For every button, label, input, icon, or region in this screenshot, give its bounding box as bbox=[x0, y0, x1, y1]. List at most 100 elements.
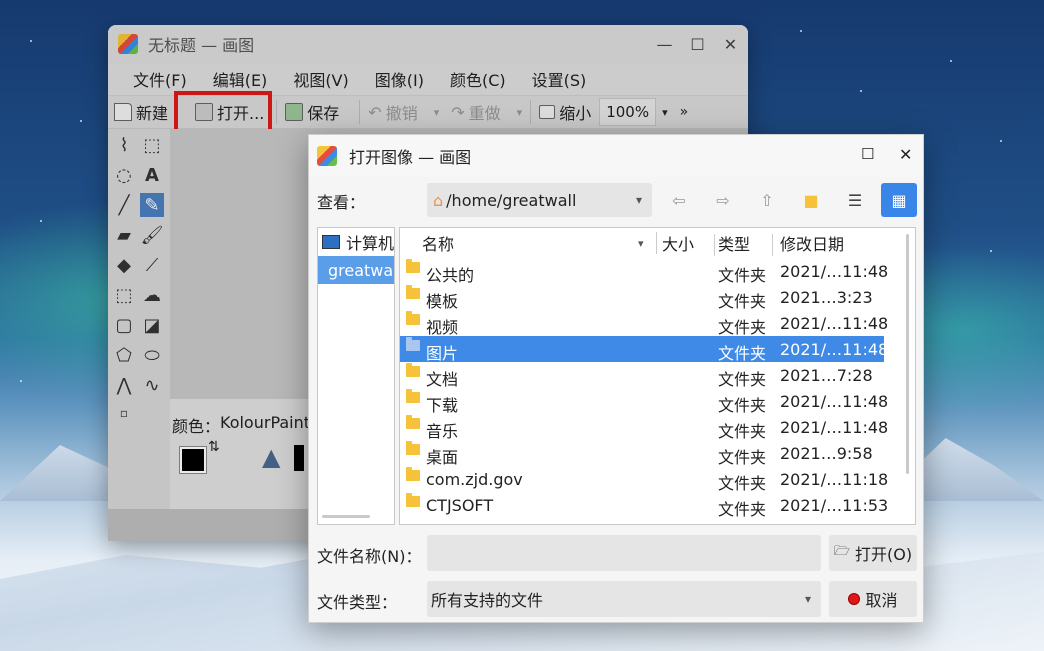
column-name[interactable]: 名称 bbox=[422, 231, 454, 255]
column-size[interactable]: 大小 bbox=[662, 231, 694, 255]
folder-icon bbox=[406, 285, 420, 299]
menu-edit[interactable]: 编辑(E) bbox=[200, 67, 281, 91]
detail-view-icon[interactable]: ☰ bbox=[837, 183, 873, 217]
undo-button[interactable]: ↶ 撤销 ▾ bbox=[362, 97, 445, 127]
maximize-icon[interactable]: ☐ bbox=[681, 33, 714, 55]
curve-icon[interactable]: ∿ bbox=[140, 373, 164, 397]
file-row[interactable]: 音乐 文件夹 2021/…11:48 bbox=[400, 414, 915, 441]
file-type: 文件夹 bbox=[718, 396, 767, 415]
close-icon[interactable]: ✕ bbox=[714, 33, 747, 55]
color-similarity-icon[interactable]: ▲ bbox=[262, 443, 280, 471]
ellipse-icon[interactable]: ⬭ bbox=[140, 343, 164, 367]
parent-directory-icon[interactable]: ⇧ bbox=[749, 183, 785, 217]
file-row[interactable]: 模板 文件夹 2021…3:23 bbox=[400, 284, 915, 311]
cancel-icon bbox=[848, 593, 861, 605]
menu-image[interactable]: 图像(I) bbox=[362, 67, 437, 91]
polygon-icon[interactable]: ⬠ bbox=[112, 343, 136, 367]
forward-icon[interactable]: ⇨ bbox=[705, 183, 741, 217]
free-select-icon[interactable]: ⌇ bbox=[112, 133, 136, 157]
path-text: /home/greatwall bbox=[446, 190, 577, 210]
file-row[interactable]: 文档 文件夹 2021…7:28 bbox=[400, 362, 915, 389]
menu-color[interactable]: 颜色(C) bbox=[437, 67, 519, 91]
sidebar-scrollbar[interactable] bbox=[322, 515, 370, 518]
toolbar-overflow-button[interactable]: » bbox=[674, 97, 695, 127]
brush-icon[interactable]: 🖌 bbox=[140, 223, 164, 247]
file-type: 文件夹 bbox=[718, 370, 767, 389]
color-eraser-icon[interactable]: ⬚ bbox=[112, 283, 136, 307]
filename-input[interactable] bbox=[427, 535, 821, 571]
save-icon bbox=[285, 103, 304, 121]
sidebar-item-home[interactable]: greatwall bbox=[318, 256, 394, 284]
file-date: 2021/…11:48 bbox=[780, 314, 889, 333]
ellipse-select-icon[interactable]: ◌ bbox=[112, 163, 136, 187]
file-type: 文件夹 bbox=[718, 474, 767, 493]
close-icon[interactable]: ✕ bbox=[899, 145, 912, 164]
filetype-select[interactable]: 所有支持的文件 ▾ bbox=[427, 581, 821, 617]
file-name: 模板 bbox=[426, 292, 459, 311]
icon-view-icon[interactable]: ▦ bbox=[881, 183, 917, 217]
new-button[interactable]: 新建 bbox=[108, 97, 174, 127]
save-button[interactable]: 保存 bbox=[279, 97, 345, 127]
file-name: 文档 bbox=[426, 370, 459, 389]
minimize-icon[interactable]: — bbox=[648, 33, 681, 55]
cancel-button[interactable]: 取消 bbox=[829, 581, 917, 617]
file-name: 音乐 bbox=[426, 422, 459, 441]
look-in-row: 查看： ⌂ /home/greatwall ▾ ⇦ ⇨ ⇧ ■ ☰ ▦ bbox=[309, 183, 923, 217]
color-picker-icon[interactable]: ⟋ bbox=[140, 253, 164, 277]
fill-icon[interactable]: ◆ bbox=[112, 253, 136, 277]
redo-icon: ↷ bbox=[451, 102, 465, 122]
path-combobox[interactable]: ⌂ /home/greatwall ▾ bbox=[427, 183, 652, 217]
swap-colors-icon[interactable]: ⇅ bbox=[208, 439, 220, 455]
options-icon[interactable]: ▫ bbox=[112, 401, 136, 425]
column-date[interactable]: 修改日期 bbox=[780, 231, 844, 255]
new-folder-icon[interactable]: ■ bbox=[793, 183, 829, 217]
file-row[interactable]: 下载 文件夹 2021/…11:48 bbox=[400, 388, 915, 415]
file-date: 2021/…11:18 bbox=[780, 470, 889, 489]
rect-select-icon[interactable]: ⬚ bbox=[140, 133, 164, 157]
paint-app-icon bbox=[317, 146, 337, 166]
polyline-icon[interactable]: ⋀ bbox=[112, 373, 136, 397]
menu-view[interactable]: 视图(V) bbox=[280, 67, 361, 91]
maximize-icon[interactable]: ☐ bbox=[861, 145, 874, 163]
file-row[interactable]: 桌面 文件夹 2021…9:58 bbox=[400, 440, 915, 467]
palette-swatch[interactable] bbox=[294, 445, 304, 471]
file-list-scrollbar[interactable] bbox=[906, 234, 909, 474]
column-type[interactable]: 类型 bbox=[718, 231, 750, 255]
file-row[interactable]: 公共的 文件夹 2021/…11:48 bbox=[400, 258, 915, 285]
sort-chevron-icon: ▾ bbox=[638, 236, 644, 250]
paint-titlebar: 无标题 — 画图 — ☐ ✕ bbox=[108, 25, 748, 63]
chevron-down-icon: ▾ bbox=[516, 105, 523, 119]
color-palette-name[interactable]: KolourPaint bbox=[220, 413, 310, 432]
file-row[interactable]: CTJSOFT 文件夹 2021/…11:53 bbox=[400, 492, 915, 519]
pen-tool-icon[interactable]: ✎ bbox=[140, 193, 164, 217]
open-button-highlight bbox=[174, 91, 272, 133]
back-icon[interactable]: ⇦ bbox=[661, 183, 697, 217]
menu-file[interactable]: 文件(F) bbox=[120, 67, 200, 91]
zoom-out-button[interactable]: 缩小 bbox=[533, 97, 597, 127]
file-row[interactable]: 图片 文件夹 2021/…11:48 bbox=[400, 336, 888, 363]
folder-icon bbox=[406, 493, 420, 507]
line-tool-icon[interactable]: ╱ bbox=[112, 193, 136, 217]
file-row[interactable]: 视频 文件夹 2021/…11:48 bbox=[400, 310, 915, 337]
eraser-icon[interactable]: ▰ bbox=[112, 223, 136, 247]
places-sidebar: 计算机 greatwall bbox=[317, 227, 395, 525]
zoom-select[interactable]: 100% bbox=[599, 98, 657, 126]
text-tool-icon[interactable]: A bbox=[140, 163, 164, 187]
color-label: 颜色： bbox=[172, 417, 221, 436]
file-row[interactable]: com.zjd.gov 文件夹 2021/…11:18 bbox=[400, 466, 915, 493]
file-name: CTJSOFT bbox=[426, 496, 494, 515]
sidebar-item-computer[interactable]: 计算机 bbox=[318, 228, 394, 256]
zoom-dropdown[interactable]: ▾ bbox=[656, 97, 674, 127]
rect-icon[interactable]: ◪ bbox=[140, 313, 164, 337]
spray-icon[interactable]: ☁ bbox=[140, 283, 164, 307]
chevron-down-icon: ▾ bbox=[804, 592, 811, 606]
rounded-rect-icon[interactable]: ▢ bbox=[112, 313, 136, 337]
open-dialog-button[interactable]: 🗁 打开(O) bbox=[829, 535, 917, 571]
file-type: 文件夹 bbox=[718, 448, 767, 467]
redo-button[interactable]: ↷ 重做 ▾ bbox=[445, 97, 528, 127]
foreground-color-swatch[interactable] bbox=[179, 446, 207, 474]
file-date: 2021/…11:48 bbox=[780, 392, 889, 411]
folder-icon bbox=[406, 311, 420, 325]
menu-settings[interactable]: 设置(S) bbox=[519, 67, 600, 91]
file-type: 文件夹 bbox=[718, 292, 767, 311]
